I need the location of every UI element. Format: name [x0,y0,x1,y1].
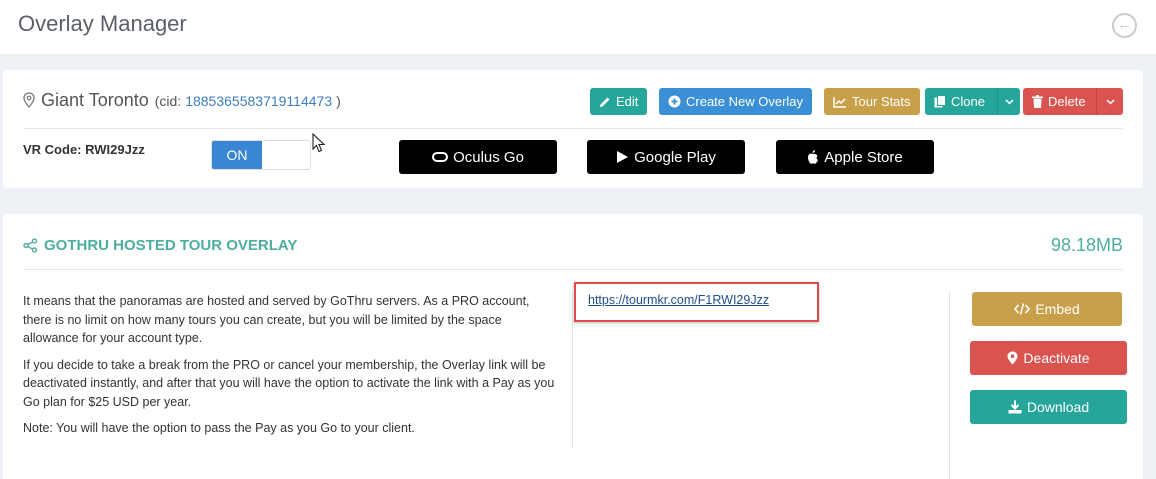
download-label: Download [1026,399,1090,415]
hosted-overlay-card: GOTHRU HOSTED TOUR OVERLAY 98.18MB It me… [3,214,1143,479]
chevron-down-icon [1105,98,1115,105]
copy-icon [934,95,946,108]
apple-label: Apple Store [824,148,903,166]
edit-label: Edit [616,94,639,109]
storage-size: 98.18MB [1050,235,1123,255]
cid-suffix: ) [336,93,341,109]
clone-label: Clone [951,94,985,109]
tour-link[interactable]: https://tourmkr.com/F1RWI29Jzz [588,293,769,307]
vr-code-label: VR Code: RWI29Jzz [23,142,145,157]
cid-value: 1885365583719114473 [185,93,333,109]
oculus-go-button[interactable]: Oculus Go [399,140,557,174]
edit-button[interactable]: Edit [590,88,648,115]
play-store-icon [617,151,629,163]
toggle-on-label: ON [212,141,262,169]
back-arrow-icon[interactable]: ← [1112,13,1137,38]
section-title-text: GOTHRU HOSTED TOUR OVERLAY [44,237,298,254]
chevron-down-icon [1004,98,1014,105]
line-chart-icon [833,96,846,108]
oculus-icon [432,152,449,162]
vr-toggle-switch[interactable]: ON [211,140,311,170]
create-label: Create New Overlay [686,94,804,109]
description-paragraph: Note: You will have the option to pass t… [23,421,415,435]
code-icon [1014,303,1031,315]
trash-icon [1032,95,1043,108]
stats-label: Tour Stats [852,94,911,109]
divider [23,269,1123,270]
download-button[interactable]: Download [970,390,1127,424]
delete-button[interactable]: Delete [1023,88,1096,115]
apple-store-button[interactable]: Apple Store [776,140,934,174]
description-paragraph: If you decide to take a break from the P… [23,357,555,409]
delete-dropdown-toggle[interactable] [1096,88,1123,115]
cid-prefix: (cid: [154,93,182,109]
top-bar: Overlay Manager ← [0,0,1156,54]
plus-circle-icon [668,95,681,108]
tour-info-card: Giant Toronto (cid: 1885365583719114473 … [3,70,1143,188]
map-marker-icon [1007,351,1018,365]
description-paragraph: It means that the panoramas are hosted a… [23,294,530,345]
tour-name: Giant Toronto [41,90,149,110]
share-icon [23,238,38,253]
embed-label: Embed [1035,301,1080,317]
mouse-pointer-icon [312,133,326,153]
map-pin-icon [23,92,35,108]
divider [23,128,1123,129]
section-title: GOTHRU HOSTED TOUR OVERLAY [23,237,297,254]
create-new-overlay-button[interactable]: Create New Overlay [659,88,813,115]
column-divider [949,292,950,479]
google-play-button[interactable]: Google Play [587,140,745,174]
pencil-icon [600,97,610,107]
google-label: Google Play [634,148,716,166]
oculus-label: Oculus Go [453,148,524,166]
embed-button[interactable]: Embed [972,292,1122,326]
tour-location: Giant Toronto (cid: 1885365583719114473 … [23,90,341,111]
tour-stats-button[interactable]: Tour Stats [824,88,920,115]
page-title: Overlay Manager [18,11,187,36]
deactivate-button[interactable]: Deactivate [970,341,1127,375]
description: It means that the panoramas are hosted a… [23,292,558,446]
deactivate-label: Deactivate [1023,350,1090,366]
apple-icon [808,150,819,164]
download-icon [1008,400,1022,414]
clone-dropdown-toggle[interactable] [997,88,1020,115]
delete-label: Delete [1048,94,1086,109]
column-divider [572,292,573,448]
clone-button[interactable]: Clone [925,88,997,115]
